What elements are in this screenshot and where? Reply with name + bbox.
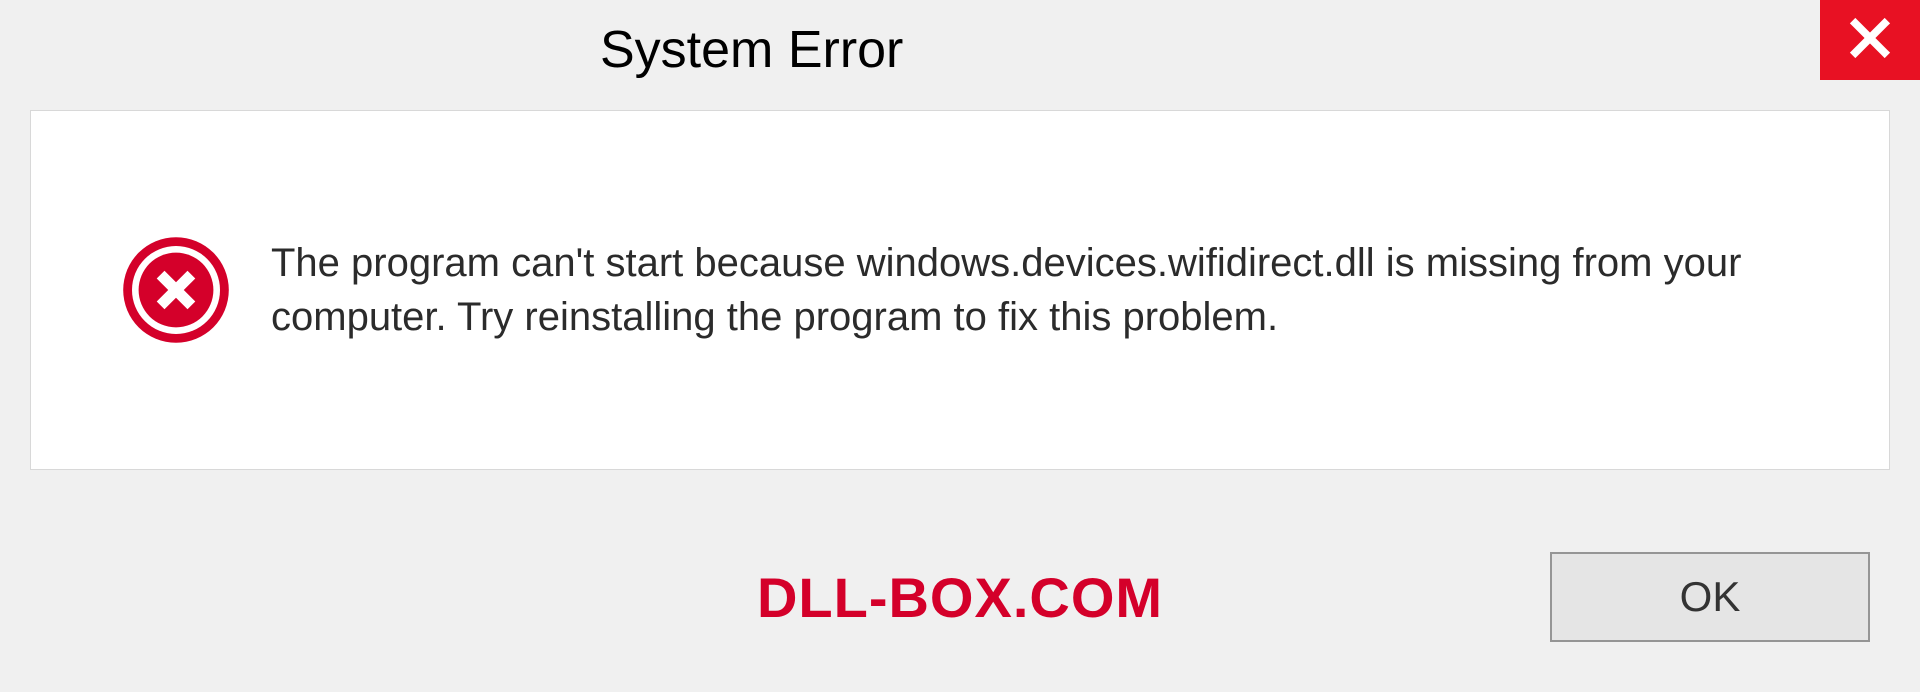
title-bar: System Error: [0, 0, 1920, 100]
close-icon: [1848, 16, 1892, 65]
watermark-text: DLL-BOX.COM: [757, 565, 1163, 630]
ok-button-label: OK: [1680, 573, 1741, 621]
dialog-title: System Error: [600, 20, 903, 80]
error-icon: [121, 235, 231, 345]
footer-area: DLL-BOX.COM OK: [0, 502, 1920, 692]
content-panel: The program can't start because windows.…: [30, 110, 1890, 470]
error-message: The program can't start because windows.…: [271, 236, 1829, 344]
ok-button[interactable]: OK: [1550, 552, 1870, 642]
close-button[interactable]: [1820, 0, 1920, 80]
